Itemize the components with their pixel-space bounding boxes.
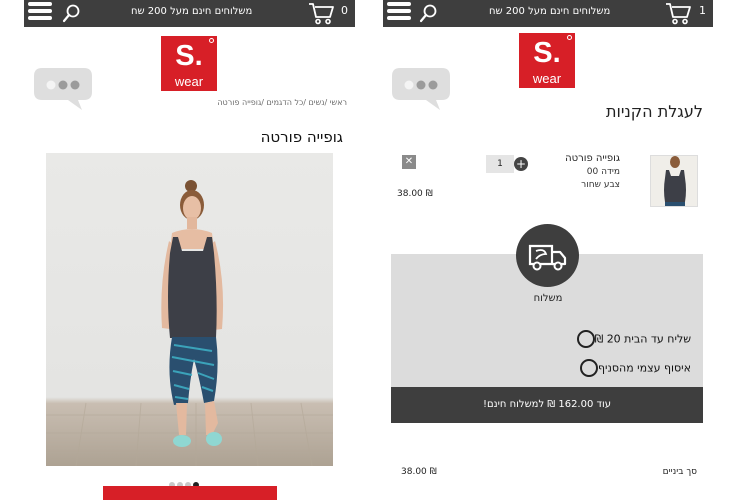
quantity-field[interactable]: 1 (486, 155, 514, 173)
registered-mark (209, 38, 214, 43)
cart-icon[interactable] (307, 1, 335, 25)
cart-icon[interactable] (664, 1, 692, 25)
shipping-option-pickup-label: איסוף עצמי מהסניף (597, 361, 691, 375)
item-image (651, 156, 697, 206)
delivery-truck-icon (516, 224, 579, 287)
shipping-option-pickup[interactable]: איסוף עצמי מהסניף (572, 359, 691, 377)
logo-word: wear (532, 71, 562, 86)
top-bar: משלוחים חינם מעל 200 שח 0 (24, 0, 355, 27)
cart-count: 1 (699, 4, 706, 17)
subtotal-value: ₪ 38.00 (401, 467, 437, 477)
product-title: גופייה פורטה (260, 128, 343, 146)
remove-icon[interactable]: ✕ (402, 155, 416, 169)
cart-item-name[interactable]: גופייה פורטה (565, 153, 620, 164)
swear-logo[interactable]: S. wear (161, 36, 217, 91)
menu-icon[interactable] (28, 2, 52, 22)
swear-logo[interactable]: S. wear (519, 33, 575, 88)
cart-item-size: מידה 00 (586, 167, 620, 177)
cart-item-thumbnail[interactable] (650, 155, 698, 207)
chat-bubble-icon[interactable] (390, 66, 452, 112)
model-illustration (46, 180, 333, 466)
logo-mark: S. (175, 40, 203, 72)
radio-button[interactable] (576, 330, 595, 348)
free-shipping-promo: משלוחים חינם מעל 200 שח (489, 6, 611, 17)
product-screen: משלוחים חינם מעל 200 שח 0 S. wear ראשי /… (24, 0, 355, 500)
breadcrumb[interactable]: ראשי /נשים /כל הדגמים /גופייה פורטה (84, 98, 347, 107)
shipping-option-home-label: שליח עד הבית 20 ₪ (594, 332, 691, 346)
search-icon[interactable] (419, 3, 439, 23)
gallery-dots (169, 473, 201, 488)
registered-mark (567, 35, 572, 40)
cart-item-price: ₪ 38.00 (397, 189, 433, 199)
radio-button[interactable] (579, 359, 598, 377)
free-shipping-message: עוד 162.00 ₪ למשלוח חינם! (391, 387, 703, 423)
plus-icon[interactable]: + (514, 157, 528, 171)
shipping-option-home[interactable]: שליח עד הבית 20 ₪ (569, 330, 691, 348)
cart-count: 0 (341, 4, 348, 17)
add-to-cart-button[interactable] (103, 486, 277, 500)
logo-mark: S. (533, 37, 561, 69)
top-bar: משלוחים חינם מעל 200 שח 1 (383, 0, 713, 27)
cart-screen: משלוחים חינם מעל 200 שח 1 S. wear לעגלת … (383, 0, 713, 500)
subtotal-label: סך ביניים (662, 467, 697, 477)
menu-icon[interactable] (387, 2, 411, 22)
logo-word: wear (174, 74, 204, 89)
product-photo[interactable] (46, 153, 333, 466)
free-shipping-promo: משלוחים חינם מעל 200 שח (131, 6, 253, 17)
cart-item-color: צבע שחור (581, 180, 620, 190)
cart-page-title: לעגלת הקניות (605, 102, 703, 121)
search-icon[interactable] (62, 3, 82, 23)
shipping-label: משלוח (533, 293, 563, 304)
